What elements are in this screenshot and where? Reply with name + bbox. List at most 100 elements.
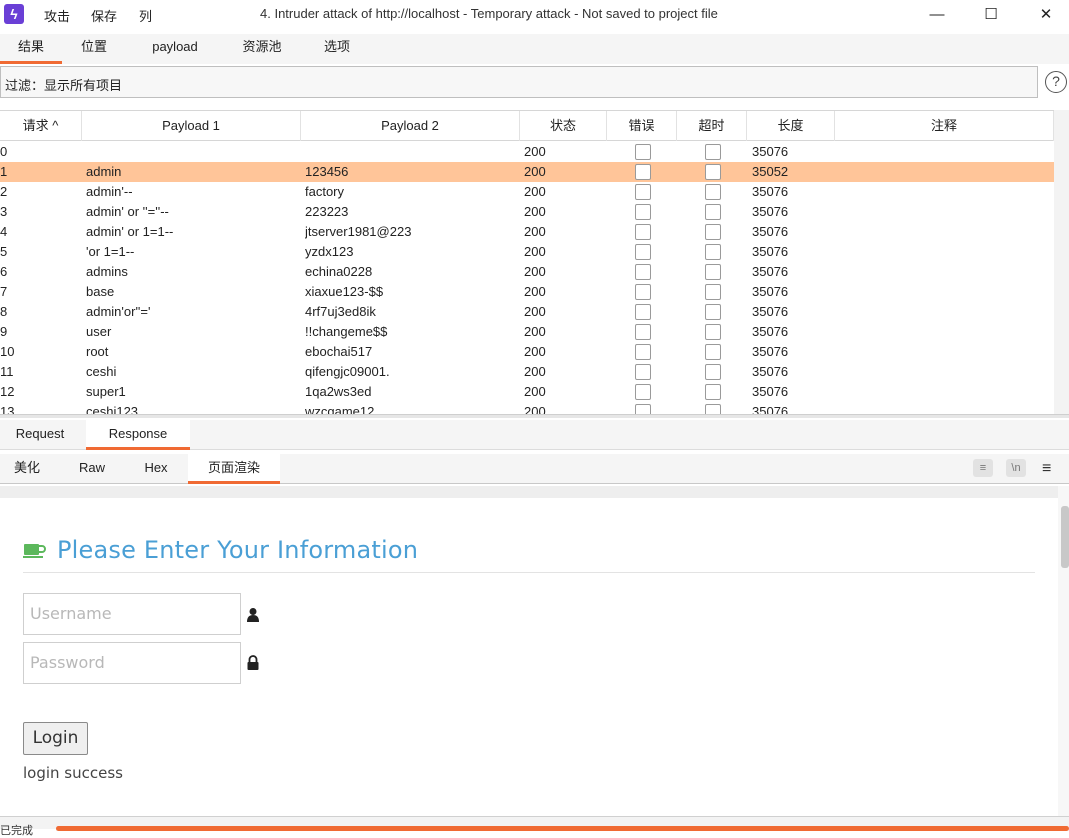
newline-icon[interactable]: \n [1006,459,1026,477]
table-row[interactable]: 8 admin'or''=' 4rf7uj3ed8ik 200 35076 [0,302,1054,322]
error-checkbox[interactable] [635,184,651,200]
col-timeout[interactable]: 超时 [677,111,747,141]
tab-request[interactable]: Request [0,420,80,450]
table-row[interactable]: 7 base xiaxue123-$$ 200 35076 [0,282,1054,302]
cell-status: 200 [524,324,546,339]
hamburger-menu-icon[interactable]: ≡ [1042,460,1051,478]
error-checkbox[interactable] [635,384,651,400]
tab-results[interactable]: 结果 [0,34,62,64]
tab-positions[interactable]: 位置 [70,34,118,64]
timeout-checkbox[interactable] [705,144,721,160]
word-wrap-icon[interactable]: ≡ [973,459,993,477]
col-payload2[interactable]: Payload 2 [301,111,520,141]
error-checkbox[interactable] [635,364,651,380]
col-payload1[interactable]: Payload 1 [82,111,301,141]
timeout-checkbox[interactable] [705,284,721,300]
cell-status: 200 [524,284,546,299]
error-checkbox[interactable] [635,144,651,160]
cell-request: 8 [0,304,8,319]
maximize-button[interactable]: ☐ [968,0,1014,30]
timeout-checkbox[interactable] [705,404,721,414]
table-row[interactable]: 3 admin' or ''=''-- 223223 200 35076 [0,202,1054,222]
login-button[interactable]: Login [23,722,88,755]
timeout-checkbox[interactable] [705,344,721,360]
error-checkbox[interactable] [635,324,651,340]
timeout-checkbox[interactable] [705,224,721,240]
table-row[interactable]: 11 ceshi qifengjc09001. 200 35076 [0,362,1054,382]
timeout-checkbox[interactable] [705,164,721,180]
render-scroll-thumb[interactable] [1061,506,1069,568]
col-error[interactable]: 错误 [607,111,677,141]
col-status[interactable]: 状态 [520,111,607,141]
render-top-band [0,486,1058,498]
table-row[interactable]: 6 admins echina0228 200 35076 [0,262,1054,282]
table-row[interactable]: 2 admin'-- factory 200 35076 [0,182,1054,202]
menu-columns[interactable]: 列 [139,6,152,25]
table-row[interactable]: 12 super1 1qa2ws3ed 200 35076 [0,382,1054,402]
table-scrollbar[interactable] [1054,110,1069,414]
cell-payload1: admins [86,264,128,279]
tab-options[interactable]: 选项 [313,34,361,64]
col-comment[interactable]: 注释 [835,111,1054,141]
table-row[interactable]: 9 user !!changeme$$ 200 35076 [0,322,1054,342]
error-checkbox[interactable] [635,404,651,414]
error-checkbox[interactable] [635,344,651,360]
cell-length: 35076 [752,344,789,359]
cell-status: 200 [524,344,546,359]
cell-payload2: xiaxue123-$$ [305,284,384,299]
error-checkbox[interactable] [635,284,651,300]
timeout-checkbox[interactable] [705,364,721,380]
error-checkbox[interactable] [635,244,651,260]
timeout-checkbox[interactable] [705,244,721,260]
cell-payload1: admin [86,164,122,179]
timeout-checkbox[interactable] [705,384,721,400]
cell-request: 6 [0,264,8,279]
cell-request: 7 [0,284,8,299]
tab-render[interactable]: 页面渲染 [188,454,280,484]
cell-payload1: ceshi [86,364,117,379]
table-row[interactable]: 0 200 35076 [0,142,1054,162]
timeout-checkbox[interactable] [705,184,721,200]
filter-bar[interactable]: 过滤：显示所有项目 [0,66,1038,98]
cell-length: 35076 [752,224,789,239]
tab-resource-pool[interactable]: 资源池 [232,34,292,64]
cell-payload1: user [86,324,112,339]
password-input[interactable]: Password [23,642,241,684]
help-icon[interactable]: ? [1045,71,1067,93]
cell-length: 35076 [752,144,789,159]
menu-attack[interactable]: 攻击 [44,6,70,25]
table-row[interactable]: 1 admin 123456 200 35052 [0,162,1054,182]
timeout-checkbox[interactable] [705,304,721,320]
table-row[interactable]: 5 'or 1=1-- yzdx123 200 35076 [0,242,1054,262]
timeout-checkbox[interactable] [705,324,721,340]
table-row[interactable]: 4 admin' or 1=1-- jtserver1981@223 200 35076 [0,222,1054,242]
split-divider[interactable] [0,414,1069,418]
error-checkbox[interactable] [635,204,651,220]
request-response-tabs: Request Response [0,420,1069,450]
cell-length: 35076 [752,324,789,339]
tab-hex[interactable]: Hex [130,454,182,484]
tab-pretty[interactable]: 美化 [0,454,54,484]
error-checkbox[interactable] [635,164,651,180]
error-checkbox[interactable] [635,224,651,240]
table-row[interactable]: 10 root ebochai517 200 35076 [0,342,1054,362]
close-button[interactable]: ✕ [1023,0,1069,30]
table-row[interactable]: 13 ceshi123 wzcgame12 200 35076 [0,402,1054,414]
col-length[interactable]: 长度 [747,111,835,141]
timeout-checkbox[interactable] [705,204,721,220]
menu-save[interactable]: 保存 [91,6,117,25]
tab-raw[interactable]: Raw [66,454,118,484]
tab-payload[interactable]: payload [140,34,210,64]
username-input[interactable]: Username [23,593,241,635]
cell-request: 4 [0,224,8,239]
error-checkbox[interactable] [635,264,651,280]
tab-response[interactable]: Response [86,420,190,450]
window-title: 4. Intruder attack of http://localhost -… [260,6,718,21]
cell-payload1: super1 [86,384,126,399]
cell-payload2: 223223 [305,204,349,219]
col-request[interactable]: 请求 ^ [0,111,82,141]
error-checkbox[interactable] [635,304,651,320]
timeout-checkbox[interactable] [705,264,721,280]
minimize-button[interactable]: — [914,0,960,30]
cell-length: 35076 [752,244,789,259]
